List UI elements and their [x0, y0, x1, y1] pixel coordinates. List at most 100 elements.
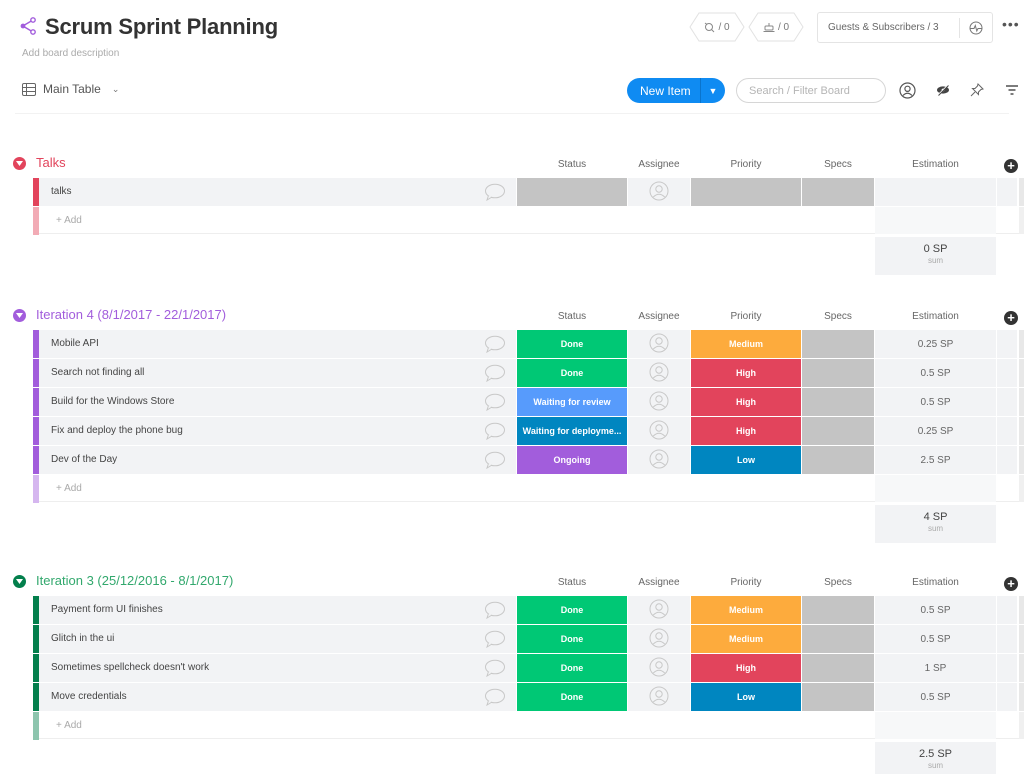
column-header-estimation[interactable]: Estimation: [875, 577, 996, 588]
collapse-group-icon[interactable]: [13, 309, 26, 322]
add-item-input[interactable]: + Add: [56, 720, 82, 731]
add-column-button[interactable]: +: [1004, 159, 1018, 173]
assignee-cell[interactable]: [628, 330, 690, 358]
status-cell[interactable]: Done: [517, 625, 627, 653]
add-column-button[interactable]: +: [1004, 311, 1018, 325]
add-column-button[interactable]: +: [1004, 577, 1018, 591]
item-name-cell[interactable]: Mobile API: [39, 330, 516, 358]
item-name-cell[interactable]: Sometimes spellcheck doesn't work: [39, 654, 516, 682]
priority-cell[interactable]: [691, 178, 801, 206]
hide-columns-icon[interactable]: [934, 81, 952, 99]
group-title[interactable]: Iteration 3 (25/12/2016 - 8/1/2017): [36, 573, 233, 588]
table-row[interactable]: Glitch in the ui Done Medium 0.5 SP: [0, 625, 1024, 653]
board-title[interactable]: Scrum Sprint Planning: [45, 14, 278, 40]
specs-cell[interactable]: [802, 654, 874, 682]
new-item-button[interactable]: New Item ▼: [627, 78, 725, 103]
comment-bubble-icon[interactable]: [484, 335, 506, 354]
comment-bubble-icon[interactable]: [484, 630, 506, 649]
column-header-assignee[interactable]: Assignee: [628, 577, 690, 588]
share-board-icon[interactable]: [19, 17, 37, 35]
priority-cell[interactable]: Medium: [691, 625, 801, 653]
status-cell[interactable]: Done: [517, 654, 627, 682]
assignee-cell[interactable]: [628, 596, 690, 624]
comment-bubble-icon[interactable]: [484, 422, 506, 441]
table-row[interactable]: Mobile API Done Medium 0.25 SP: [0, 330, 1024, 358]
add-item-input[interactable]: + Add: [56, 215, 82, 226]
specs-cell[interactable]: [802, 330, 874, 358]
item-name[interactable]: Mobile API: [51, 338, 99, 349]
priority-cell[interactable]: High: [691, 359, 801, 387]
column-header-status[interactable]: Status: [517, 577, 627, 588]
column-header-priority[interactable]: Priority: [691, 159, 801, 170]
item-name[interactable]: Fix and deploy the phone bug: [51, 425, 183, 436]
table-row[interactable]: Move credentials Done Low 0.5 SP: [0, 683, 1024, 711]
estimation-cell[interactable]: 0.5 SP: [875, 683, 996, 711]
assignee-cell[interactable]: [628, 178, 690, 206]
estimation-cell[interactable]: 0.5 SP: [875, 359, 996, 387]
comment-bubble-icon[interactable]: [484, 688, 506, 707]
column-header-status[interactable]: Status: [517, 311, 627, 322]
column-header-specs[interactable]: Specs: [802, 159, 874, 170]
assignee-cell[interactable]: [628, 683, 690, 711]
group-title[interactable]: Talks: [36, 155, 66, 170]
assignee-cell[interactable]: [628, 654, 690, 682]
table-row[interactable]: Search not finding all Done High 0.5 SP: [0, 359, 1024, 387]
status-cell[interactable]: Done: [517, 330, 627, 358]
collapse-group-icon[interactable]: [13, 575, 26, 588]
specs-cell[interactable]: [802, 359, 874, 387]
column-header-assignee[interactable]: Assignee: [628, 311, 690, 322]
assignee-cell[interactable]: [628, 625, 690, 653]
item-name-cell[interactable]: Payment form UI finishes: [39, 596, 516, 624]
specs-cell[interactable]: [802, 446, 874, 474]
item-name[interactable]: Payment form UI finishes: [51, 604, 163, 615]
status-cell[interactable]: Done: [517, 596, 627, 624]
comment-bubble-icon[interactable]: [484, 601, 506, 620]
add-item-row[interactable]: + Add: [0, 207, 1024, 235]
column-header-specs[interactable]: Specs: [802, 577, 874, 588]
comment-bubble-icon[interactable]: [484, 183, 506, 202]
column-header-estimation[interactable]: Estimation: [875, 159, 996, 170]
column-header-priority[interactable]: Priority: [691, 311, 801, 322]
status-cell[interactable]: Waiting for review: [517, 388, 627, 416]
estimation-cell[interactable]: 2.5 SP: [875, 446, 996, 474]
estimation-cell[interactable]: [875, 178, 996, 206]
board-activity-button[interactable]: [960, 21, 992, 35]
activity-button[interactable]: / 0: [689, 12, 745, 42]
new-item-dropdown-icon[interactable]: ▼: [701, 86, 725, 96]
priority-cell[interactable]: Medium: [691, 596, 801, 624]
column-header-specs[interactable]: Specs: [802, 311, 874, 322]
specs-cell[interactable]: [802, 625, 874, 653]
status-cell[interactable]: Ongoing: [517, 446, 627, 474]
estimation-cell[interactable]: 0.25 SP: [875, 330, 996, 358]
priority-cell[interactable]: Medium: [691, 330, 801, 358]
new-item-label[interactable]: New Item: [627, 84, 700, 98]
estimation-cell[interactable]: 0.5 SP: [875, 596, 996, 624]
priority-cell[interactable]: Low: [691, 683, 801, 711]
person-filter-icon[interactable]: [898, 81, 916, 99]
item-name[interactable]: Dev of the Day: [51, 454, 117, 465]
specs-cell[interactable]: [802, 596, 874, 624]
comment-bubble-icon[interactable]: [484, 659, 506, 678]
item-name-cell[interactable]: Move credentials: [39, 683, 516, 711]
add-item-row[interactable]: + Add: [0, 475, 1024, 503]
status-cell[interactable]: Done: [517, 683, 627, 711]
pin-icon[interactable]: [968, 81, 986, 99]
estimation-cell[interactable]: 0.5 SP: [875, 625, 996, 653]
status-cell[interactable]: Done: [517, 359, 627, 387]
comment-bubble-icon[interactable]: [484, 451, 506, 470]
item-name-cell[interactable]: Build for the Windows Store: [39, 388, 516, 416]
specs-cell[interactable]: [802, 388, 874, 416]
search-filter-input[interactable]: [736, 78, 886, 103]
assignee-cell[interactable]: [628, 417, 690, 445]
column-header-status[interactable]: Status: [517, 159, 627, 170]
assignee-cell[interactable]: [628, 359, 690, 387]
table-row[interactable]: Payment form UI finishes Done Medium 0.5 SP: [0, 596, 1024, 624]
assignee-cell[interactable]: [628, 446, 690, 474]
column-header-estimation[interactable]: Estimation: [875, 311, 996, 322]
board-description[interactable]: Add board description: [22, 48, 119, 59]
column-header-priority[interactable]: Priority: [691, 577, 801, 588]
item-name-cell[interactable]: Search not finding all: [39, 359, 516, 387]
status-cell[interactable]: [517, 178, 627, 206]
estimation-cell[interactable]: 0.25 SP: [875, 417, 996, 445]
collapse-group-icon[interactable]: [13, 157, 26, 170]
